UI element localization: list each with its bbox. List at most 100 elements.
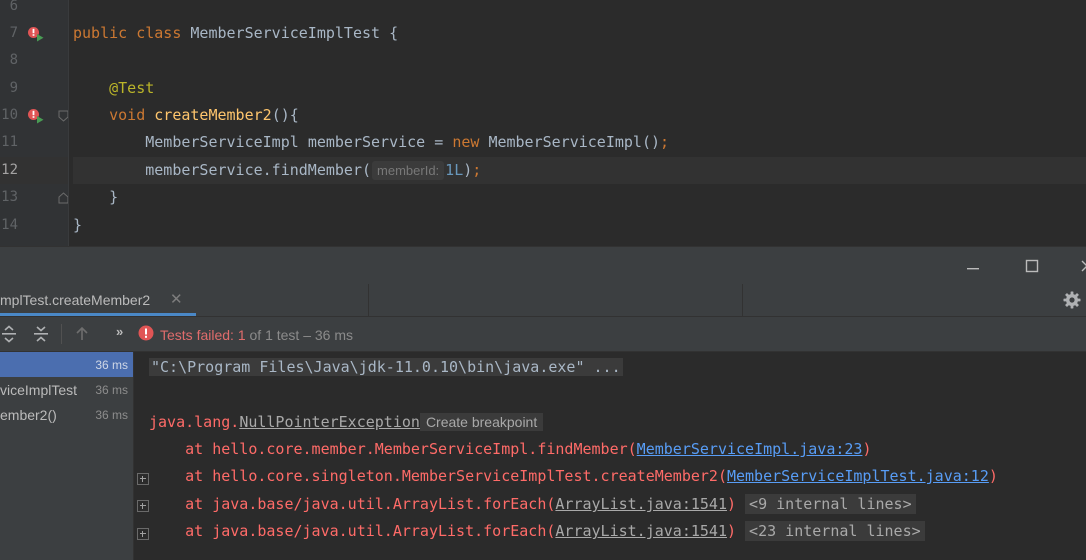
gutter-line-6: 6 xyxy=(0,0,68,20)
console-exception-line: java.lang.NullPointerException Create bre… xyxy=(149,409,544,436)
parameter-hint: memberId: xyxy=(372,161,445,180)
run-test-failed-icon[interactable] xyxy=(27,108,45,124)
expand-frames-icon[interactable] xyxy=(137,473,149,485)
code-line-10[interactable]: void createMember2(){ xyxy=(73,102,1086,129)
gutter-line-8: 8 xyxy=(0,47,68,74)
gutter-line-9: 9 xyxy=(0,75,68,102)
tab-separator xyxy=(368,284,369,316)
arrow-up-icon[interactable] xyxy=(73,325,91,343)
number-literal: 1L xyxy=(445,161,464,179)
line-number: 10 xyxy=(1,107,18,123)
keyword: public xyxy=(73,24,128,42)
variable-name: memberService xyxy=(307,133,426,151)
tab-close-icon[interactable]: ✕ xyxy=(170,290,183,308)
type-name: MemberServiceImpl xyxy=(145,133,299,151)
paren: ) xyxy=(463,161,473,179)
method-params: (){ xyxy=(271,106,299,124)
brace: } xyxy=(109,188,119,206)
tab-separator xyxy=(742,284,743,316)
line-number: 6 xyxy=(9,0,18,14)
maximize-icon[interactable] xyxy=(1023,257,1041,275)
source-link[interactable]: ArrayList.java:1541 xyxy=(555,495,727,513)
stack-frame: at java.base/java.util.ArrayList.forEach… xyxy=(149,518,925,545)
status-failed-count: 1 xyxy=(233,327,250,343)
frame-suffix: ) xyxy=(862,440,872,458)
source-link[interactable]: ArrayList.java:1541 xyxy=(555,522,727,540)
tree-row-time: 36 ms xyxy=(95,408,128,422)
code-line-9[interactable]: @Test xyxy=(73,75,1086,102)
internal-lines-fold[interactable]: <9 internal lines> xyxy=(745,494,916,514)
more-actions-icon[interactable]: » xyxy=(116,324,123,339)
line-number: 12 xyxy=(1,162,18,178)
gutter-line-11: 11 xyxy=(0,129,68,156)
code-line-14[interactable]: } xyxy=(73,212,1086,239)
console-output[interactable]: "C:\Program Files\Java\jdk-11.0.10\bin\j… xyxy=(134,352,1086,560)
gutter-line-7: 7 xyxy=(0,20,68,47)
run-tab-bar: mplTest.createMember2 ✕ xyxy=(0,284,1086,317)
console-command-line: "C:\Program Files\Java\jdk-11.0.10\bin\j… xyxy=(149,354,623,381)
keyword: new xyxy=(452,133,480,151)
gear-icon[interactable] xyxy=(1062,290,1082,310)
annotation: @Test xyxy=(109,79,155,97)
tree-row-name: viceImplTest xyxy=(0,382,78,398)
line-number: 9 xyxy=(9,80,18,96)
source-link[interactable]: MemberServiceImpl.java:23 xyxy=(637,440,863,458)
brace: } xyxy=(73,216,83,234)
test-status: Tests failed: 1 of 1 test – 36 ms xyxy=(160,327,353,343)
java-command[interactable]: "C:\Program Files\Java\jdk-11.0.10\bin\j… xyxy=(149,358,623,376)
exception-package: java.lang. xyxy=(149,413,240,431)
toolbar-separator xyxy=(61,324,62,344)
tree-row-root[interactable]: 36 ms xyxy=(0,352,133,377)
source-link[interactable]: MemberServiceImplTest.java:12 xyxy=(727,467,989,485)
frame-text: at java.base/java.util.ArrayList.forEach… xyxy=(149,495,556,513)
semicolon: ; xyxy=(472,161,482,179)
exception-link[interactable]: NullPointerException xyxy=(239,413,420,431)
tree-row-class[interactable]: viceImplTest 36 ms xyxy=(0,377,133,402)
tab-active-indicator xyxy=(0,313,196,316)
expand-frames-icon[interactable] xyxy=(137,528,149,540)
run-tool-window: mplTest.createMember2 ✕ » Tests failed: … xyxy=(0,246,1086,560)
keyword: void xyxy=(109,106,146,124)
tool-window-titlebar[interactable] xyxy=(0,246,1086,285)
minimize-icon[interactable] xyxy=(964,257,982,275)
stack-frame: at java.base/java.util.ArrayList.forEach… xyxy=(149,491,916,518)
gutter-divider xyxy=(68,0,69,246)
collapse-all-icon[interactable] xyxy=(32,325,50,343)
code-line-13[interactable]: } xyxy=(73,184,1086,211)
stack-frame: at hello.core.singleton.MemberServiceImp… xyxy=(149,463,998,490)
method-call: memberService.findMember( xyxy=(145,161,372,179)
brace: { xyxy=(389,24,399,42)
method-name: createMember2 xyxy=(154,106,272,124)
internal-lines-fold[interactable]: <23 internal lines> xyxy=(745,521,925,541)
gutter-line-14: 14 xyxy=(0,212,68,239)
frame-text: at java.base/java.util.ArrayList.forEach… xyxy=(149,522,556,540)
keyword: class xyxy=(136,24,182,42)
code-line-11[interactable]: MemberServiceImpl memberService = new Me… xyxy=(73,129,1086,156)
editor-gutter: 6 7 8 9 10 11 12 13 14 xyxy=(0,0,69,246)
code-editor[interactable]: 6 7 8 9 10 11 12 13 14 public class Memb… xyxy=(0,0,1086,246)
code-line-12[interactable]: memberService.findMember(memberId: 1L); xyxy=(73,157,1086,184)
expand-all-icon[interactable] xyxy=(0,325,18,343)
frame-suffix: ) xyxy=(726,495,737,513)
gutter-line-13: 13 xyxy=(0,184,69,211)
expand-frames-icon[interactable] xyxy=(137,500,149,512)
tree-row-time: 36 ms xyxy=(95,358,128,372)
create-breakpoint-link[interactable]: Create breakpoint xyxy=(419,413,544,431)
code-line-7[interactable]: public class MemberServiceImplTest { xyxy=(73,20,1086,47)
tab-label: mplTest.createMember2 xyxy=(0,292,151,308)
test-runner-toolbar: » Tests failed: 1 of 1 test – 36 ms xyxy=(0,317,1086,352)
tree-row-name: ember2() xyxy=(0,407,57,423)
frame-suffix: ) xyxy=(726,522,737,540)
operator: = xyxy=(434,133,444,151)
close-icon[interactable] xyxy=(1078,257,1086,275)
test-results-tree: 36 ms viceImplTest 36 ms ember2() 36 ms xyxy=(0,352,134,560)
status-summary: of 1 test – 36 ms xyxy=(249,327,354,343)
error-icon xyxy=(138,325,154,341)
class-name: MemberServiceImplTest xyxy=(190,24,381,42)
tab-run-config[interactable]: mplTest.createMember2 ✕ xyxy=(0,284,196,316)
tree-row-method[interactable]: ember2() 36 ms xyxy=(0,402,133,427)
status-failed-label: Tests failed: xyxy=(160,327,234,343)
line-number: 8 xyxy=(9,52,18,68)
line-number: 14 xyxy=(1,217,18,233)
run-test-failed-icon[interactable] xyxy=(27,26,45,42)
